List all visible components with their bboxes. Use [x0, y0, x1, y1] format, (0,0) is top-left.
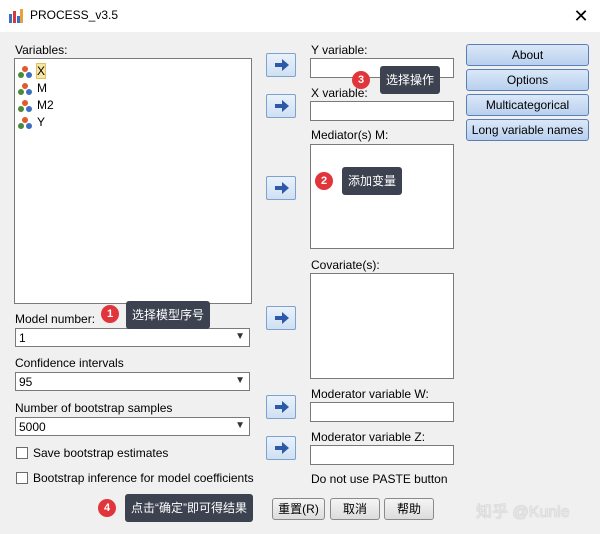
- variables-list[interactable]: X M M2 Y: [14, 58, 252, 304]
- bootstrap-select[interactable]: 5000 ▼: [15, 417, 250, 436]
- save-bootstrap-checkbox[interactable]: [16, 447, 28, 459]
- chevron-down-icon: ▼: [235, 420, 245, 431]
- annotation-badge-4: 4: [98, 499, 116, 517]
- annotation-tooltip-4: 点击“确定”即可得结果: [125, 494, 253, 522]
- scale-variable-icon: [18, 82, 32, 95]
- scale-variable-icon: [18, 65, 32, 78]
- options-button[interactable]: Options: [466, 69, 589, 91]
- scale-variable-icon: [18, 116, 32, 129]
- move-to-x-button[interactable]: [266, 94, 296, 118]
- confidence-label: Confidence intervals: [15, 356, 124, 370]
- move-to-moderator-w-button[interactable]: [266, 395, 296, 419]
- move-to-moderator-z-button[interactable]: [266, 436, 296, 460]
- variable-item-y[interactable]: Y: [17, 114, 45, 130]
- annotation-tooltip-1: 选择模型序号: [126, 301, 211, 329]
- multicategorical-button[interactable]: Multicategorical: [466, 94, 589, 116]
- moderator-w-label: Moderator variable W:: [311, 387, 429, 401]
- covariates-list[interactable]: [310, 273, 454, 379]
- move-to-mediators-button[interactable]: [266, 176, 296, 200]
- arrow-right-icon: [275, 182, 289, 194]
- chevron-down-icon: ▼: [235, 331, 245, 342]
- annotation-tooltip-3: 选择操作: [380, 66, 441, 94]
- variable-item-m[interactable]: M: [17, 80, 47, 96]
- move-to-covariates-button[interactable]: [266, 306, 296, 330]
- model-number-select[interactable]: 1 ▼: [15, 328, 250, 347]
- arrow-right-icon: [275, 59, 289, 71]
- close-button[interactable]: ✕: [568, 4, 594, 28]
- annotation-badge-2: 2: [315, 172, 333, 190]
- moderator-w-field[interactable]: [310, 402, 454, 422]
- cancel-button[interactable]: 取消: [330, 498, 380, 520]
- long-variable-names-button[interactable]: Long variable names: [466, 119, 589, 141]
- annotation-badge-1: 1: [101, 305, 119, 323]
- window-title: PROCESS_v3.5: [30, 8, 119, 22]
- move-to-y-button[interactable]: [266, 53, 296, 77]
- arrow-right-icon: [275, 401, 289, 413]
- help-button[interactable]: 帮助: [384, 498, 434, 520]
- save-bootstrap-label: Save bootstrap estimates: [33, 446, 169, 460]
- mediators-list[interactable]: [310, 144, 454, 249]
- about-button[interactable]: About: [466, 44, 589, 66]
- annotation-badge-3: 3: [352, 71, 370, 89]
- confidence-select[interactable]: 95 ▼: [15, 372, 250, 391]
- moderator-z-label: Moderator variable Z:: [311, 430, 426, 444]
- chevron-down-icon: ▼: [235, 375, 245, 386]
- mediators-label: Mediator(s) M:: [311, 128, 389, 142]
- model-number-label: Model number:: [15, 312, 96, 326]
- paste-note: Do not use PASTE button: [311, 472, 448, 486]
- bootstrap-inference-label: Bootstrap inference for model coefficien…: [33, 471, 254, 485]
- arrow-right-icon: [275, 100, 289, 112]
- reset-button[interactable]: 重置(R): [272, 498, 325, 520]
- variable-item-m2[interactable]: M2: [17, 97, 54, 113]
- variables-label: Variables:: [15, 43, 68, 57]
- scale-variable-icon: [18, 99, 32, 112]
- moderator-z-field[interactable]: [310, 445, 454, 465]
- spss-app-icon: [9, 9, 23, 23]
- bootstrap-inference-checkbox[interactable]: [16, 472, 28, 484]
- y-variable-label: Y variable:: [311, 43, 368, 57]
- x-variable-field[interactable]: [310, 101, 454, 121]
- arrow-right-icon: [275, 312, 289, 324]
- bootstrap-label: Number of bootstrap samples: [15, 401, 173, 415]
- process-dialog: PROCESS_v3.5 ✕ Variables: X M M2 Y Y var…: [0, 0, 600, 534]
- variable-item-x[interactable]: X: [17, 63, 47, 79]
- watermark: 知乎 @Kunle: [476, 504, 570, 521]
- covariates-label: Covariate(s):: [311, 258, 380, 272]
- annotation-tooltip-2: 添加变量: [342, 167, 403, 195]
- arrow-right-icon: [275, 442, 289, 454]
- title-bar: PROCESS_v3.5 ✕: [0, 0, 600, 32]
